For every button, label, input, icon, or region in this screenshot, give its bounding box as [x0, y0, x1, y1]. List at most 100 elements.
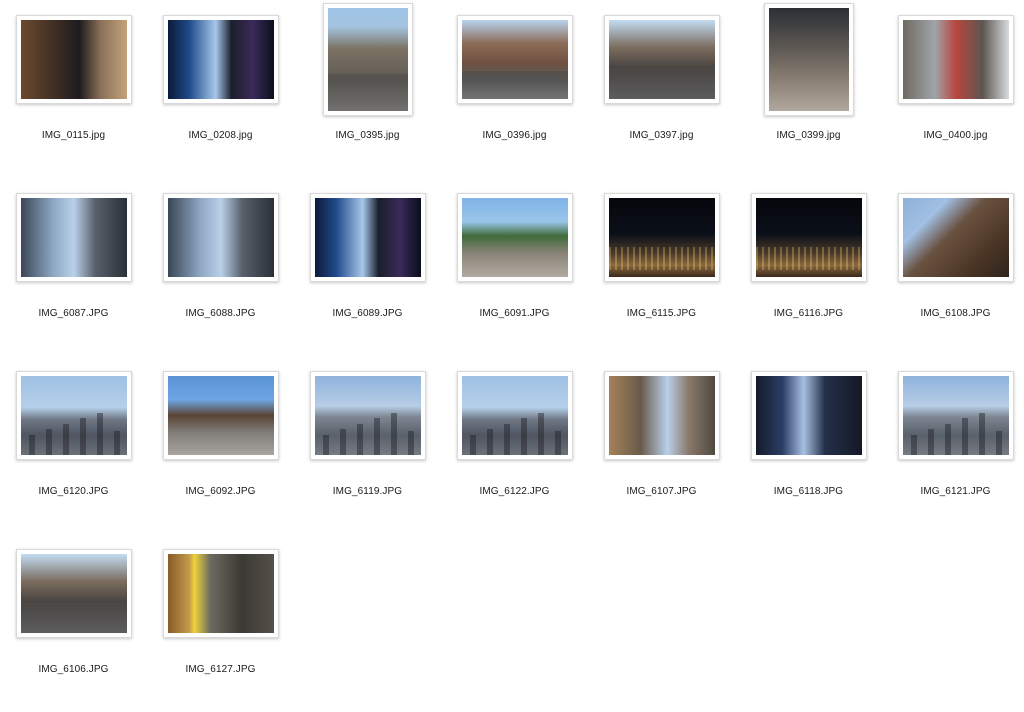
- image-thumbnail[interactable]: [15, 370, 132, 460]
- image-thumbnail[interactable]: [897, 370, 1014, 460]
- file-item[interactable]: IMG_0400.jpg: [882, 0, 1024, 178]
- file-name-label: IMG_0396.jpg: [482, 130, 547, 141]
- thumbnail-container: [441, 0, 588, 118]
- photo-preview: [768, 7, 849, 111]
- image-thumbnail[interactable]: [15, 548, 132, 638]
- thumbnail-container: [882, 0, 1024, 118]
- file-name-label: IMG_0397.jpg: [629, 130, 694, 141]
- image-thumbnail[interactable]: [15, 192, 132, 282]
- file-item[interactable]: IMG_0396.jpg: [441, 0, 588, 178]
- file-item[interactable]: IMG_6108.JPG: [882, 178, 1024, 356]
- thumbnail-container: [588, 0, 735, 118]
- image-thumbnail[interactable]: [897, 14, 1014, 104]
- thumbnail-container: [0, 0, 147, 118]
- image-thumbnail[interactable]: [309, 192, 426, 282]
- image-thumbnail[interactable]: [162, 548, 279, 638]
- image-thumbnail[interactable]: [763, 2, 854, 116]
- file-item[interactable]: IMG_6121.JPG: [882, 356, 1024, 534]
- file-item[interactable]: IMG_6092.JPG: [147, 356, 294, 534]
- thumbnail-container: [588, 178, 735, 296]
- image-thumbnail[interactable]: [309, 370, 426, 460]
- building-silhouette: [995, 430, 1003, 455]
- file-name-label: IMG_6119.JPG: [332, 486, 403, 497]
- city-lights: [755, 246, 862, 271]
- thumbnail-container: [735, 0, 882, 118]
- building-silhouette: [910, 434, 918, 455]
- photo-preview: [755, 197, 862, 277]
- file-item[interactable]: IMG_6115.JPG: [588, 178, 735, 356]
- image-thumbnail[interactable]: [897, 192, 1014, 282]
- thumbnail-container: [735, 178, 882, 296]
- thumbnail-container: [147, 178, 294, 296]
- building-silhouette: [944, 423, 952, 455]
- file-name-label: IMG_6116.JPG: [773, 308, 844, 319]
- thumbnail-container: [147, 356, 294, 474]
- file-item[interactable]: IMG_0115.jpg: [0, 0, 147, 178]
- photo-preview: [461, 19, 568, 99]
- street-surface: [327, 74, 408, 111]
- thumbnail-container: [0, 178, 147, 296]
- file-item[interactable]: IMG_6091.JPG: [441, 178, 588, 356]
- file-name-label: IMG_0399.jpg: [776, 130, 841, 141]
- image-thumbnail[interactable]: [162, 192, 279, 282]
- file-item[interactable]: IMG_6118.JPG: [735, 356, 882, 534]
- thumbnail-container: [147, 534, 294, 652]
- image-thumbnail[interactable]: [603, 192, 720, 282]
- building-silhouette: [520, 418, 528, 455]
- image-thumbnail[interactable]: [603, 370, 720, 460]
- image-thumbnail[interactable]: [322, 2, 413, 116]
- file-name-label: IMG_0208.jpg: [188, 130, 253, 141]
- building-silhouette: [407, 430, 415, 455]
- building-silhouette: [45, 429, 53, 455]
- building-silhouette: [322, 434, 330, 455]
- thumbnail-container: [441, 178, 588, 296]
- file-item[interactable]: IMG_6127.JPG: [147, 534, 294, 712]
- file-name-label: IMG_6121.JPG: [920, 486, 991, 497]
- building-silhouette: [113, 430, 121, 455]
- file-name-label: IMG_0395.jpg: [335, 130, 400, 141]
- building-silhouette: [79, 418, 87, 455]
- photo-preview: [902, 197, 1009, 277]
- image-thumbnail[interactable]: [15, 14, 132, 104]
- image-thumbnail[interactable]: [750, 370, 867, 460]
- building-silhouette: [537, 412, 545, 455]
- file-name-label: IMG_6087.JPG: [38, 308, 109, 319]
- image-thumbnail[interactable]: [750, 192, 867, 282]
- image-thumbnail[interactable]: [456, 370, 573, 460]
- file-name-label: IMG_6118.JPG: [773, 486, 844, 497]
- building-silhouette: [486, 429, 494, 455]
- file-item[interactable]: IMG_6119.JPG: [294, 356, 441, 534]
- file-name-label: IMG_6120.JPG: [38, 486, 109, 497]
- photo-preview: [461, 197, 568, 277]
- photo-preview: [167, 197, 274, 277]
- file-item[interactable]: IMG_6087.JPG: [0, 178, 147, 356]
- image-thumbnail[interactable]: [162, 370, 279, 460]
- file-item[interactable]: IMG_6120.JPG: [0, 356, 147, 534]
- photo-preview: [167, 553, 274, 633]
- file-item[interactable]: IMG_0397.jpg: [588, 0, 735, 178]
- file-item[interactable]: IMG_6122.JPG: [441, 356, 588, 534]
- image-thumbnail[interactable]: [162, 14, 279, 104]
- photo-preview: [314, 375, 421, 455]
- thumbnail-container: [882, 178, 1024, 296]
- image-thumbnail[interactable]: [603, 14, 720, 104]
- file-item[interactable]: IMG_6106.JPG: [0, 534, 147, 712]
- photo-preview: [20, 553, 127, 633]
- file-name-label: IMG_6092.JPG: [185, 486, 256, 497]
- street-surface: [608, 70, 715, 99]
- file-item[interactable]: IMG_0208.jpg: [147, 0, 294, 178]
- file-item[interactable]: IMG_6089.JPG: [294, 178, 441, 356]
- file-item[interactable]: IMG_0399.jpg: [735, 0, 882, 178]
- file-item[interactable]: IMG_6116.JPG: [735, 178, 882, 356]
- photo-preview: [167, 19, 274, 99]
- file-item[interactable]: IMG_6088.JPG: [147, 178, 294, 356]
- building-silhouette: [961, 418, 969, 455]
- file-item[interactable]: IMG_0395.jpg: [294, 0, 441, 178]
- file-item[interactable]: IMG_6107.JPG: [588, 356, 735, 534]
- file-name-label: IMG_0400.jpg: [923, 130, 988, 141]
- image-thumbnail[interactable]: [456, 192, 573, 282]
- image-thumbnail[interactable]: [456, 14, 573, 104]
- photo-preview: [608, 197, 715, 277]
- file-grid: IMG_0115.jpg IMG_0208.jpg IMG_0395.jpg IMG_…: [0, 0, 1024, 681]
- photo-preview: [755, 375, 862, 455]
